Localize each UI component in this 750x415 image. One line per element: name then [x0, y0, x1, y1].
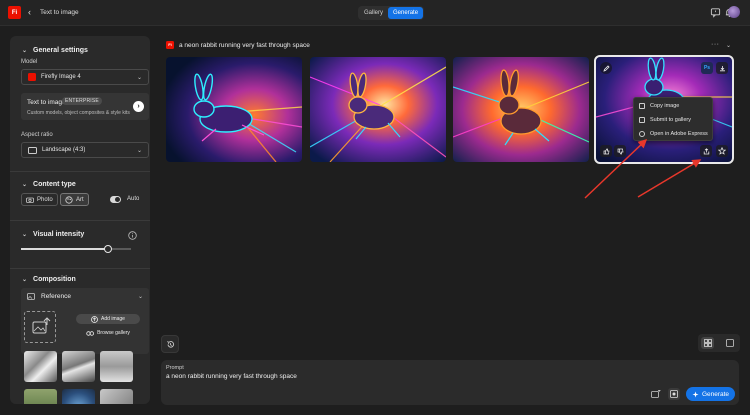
style-reference-icon[interactable] [668, 388, 680, 400]
generate-button[interactable]: Generate [686, 387, 735, 401]
prompt-label: Prompt [166, 365, 184, 371]
annotation-arrows [584, 138, 702, 199]
history-button[interactable] [161, 335, 179, 353]
square-icon [725, 339, 734, 347]
sparkle-icon [692, 391, 699, 397]
history-icon [166, 340, 174, 348]
annotation-arrow [584, 138, 648, 199]
prompt-box[interactable]: Prompt a neon rabbit running very fast t… [161, 360, 739, 405]
single-view-button[interactable] [723, 337, 736, 349]
grid-icon [703, 339, 712, 347]
generate-label: Generate [701, 390, 730, 398]
annotation-arrow [637, 159, 702, 198]
grid-view-button[interactable] [701, 337, 714, 349]
prompt-input[interactable]: a neon rabbit running very fast through … [166, 373, 297, 380]
view-toggle [698, 334, 740, 352]
prompt-image-icon[interactable] [650, 388, 662, 400]
